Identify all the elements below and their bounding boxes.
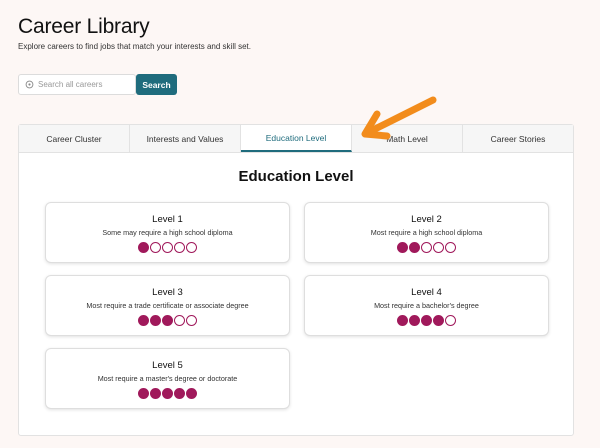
empty-dot-icon	[186, 315, 197, 326]
empty-dot-icon	[174, 315, 185, 326]
level-title: Level 2	[411, 214, 442, 225]
level-title: Level 1	[152, 214, 183, 225]
empty-dot-icon	[433, 242, 444, 253]
filled-dot-icon	[162, 315, 173, 326]
search-button[interactable]: Search	[136, 74, 177, 95]
empty-dot-icon	[150, 242, 161, 253]
filled-dot-icon	[138, 388, 149, 399]
filled-dot-icon	[421, 315, 432, 326]
level-card-5[interactable]: Level 5 Most require a master's degree o…	[45, 348, 290, 409]
level-title: Level 5	[152, 360, 183, 371]
tab-education-level[interactable]: Education Level	[241, 125, 352, 152]
filled-dot-icon	[397, 315, 408, 326]
search-field[interactable]	[18, 74, 136, 95]
filled-dot-icon	[138, 242, 149, 253]
level-title: Level 3	[152, 287, 183, 298]
page-title: Career Library	[18, 15, 150, 38]
level-rating	[305, 242, 548, 253]
level-rating	[305, 315, 548, 326]
level-card-2[interactable]: Level 2 Most require a high school diplo…	[304, 202, 549, 263]
empty-dot-icon	[445, 242, 456, 253]
filled-dot-icon	[162, 388, 173, 399]
filled-dot-icon	[186, 388, 197, 399]
level-card-3[interactable]: Level 3 Most require a trade certificate…	[45, 275, 290, 336]
search-input[interactable]	[38, 80, 128, 89]
level-description: Most require a high school diploma	[370, 228, 483, 237]
filled-dot-icon	[174, 388, 185, 399]
level-rating	[46, 388, 289, 399]
tab-bar: Career Cluster Interests and Values Educ…	[19, 125, 573, 153]
filled-dot-icon	[150, 388, 161, 399]
filled-dot-icon	[433, 315, 444, 326]
section-title: Education Level	[238, 168, 354, 185]
search-icon	[25, 80, 34, 89]
filled-dot-icon	[150, 315, 161, 326]
filled-dot-icon	[409, 242, 420, 253]
empty-dot-icon	[174, 242, 185, 253]
empty-dot-icon	[186, 242, 197, 253]
filled-dot-icon	[138, 315, 149, 326]
empty-dot-icon	[162, 242, 173, 253]
filled-dot-icon	[409, 315, 420, 326]
page-subtitle: Explore careers to find jobs that match …	[18, 42, 251, 51]
level-rating	[46, 242, 289, 253]
career-library-panel: Career Cluster Interests and Values Educ…	[18, 124, 574, 436]
level-description: Most require a master's degree or doctor…	[97, 374, 238, 383]
tab-interests-and-values[interactable]: Interests and Values	[130, 125, 241, 152]
level-title: Level 4	[411, 287, 442, 298]
level-description: Most require a trade certificate or asso…	[86, 301, 249, 310]
tab-career-stories[interactable]: Career Stories	[463, 125, 573, 152]
empty-dot-icon	[421, 242, 432, 253]
arrow-pointer-icon	[361, 96, 437, 140]
level-description: Most require a bachelor's degree	[374, 301, 479, 310]
filled-dot-icon	[397, 242, 408, 253]
tab-career-cluster[interactable]: Career Cluster	[19, 125, 130, 152]
level-card-1[interactable]: Level 1 Some may require a high school d…	[45, 202, 290, 263]
empty-dot-icon	[445, 315, 456, 326]
level-description: Some may require a high school diploma	[102, 228, 233, 237]
level-card-4[interactable]: Level 4 Most require a bachelor's degree	[304, 275, 549, 336]
level-rating	[46, 315, 289, 326]
